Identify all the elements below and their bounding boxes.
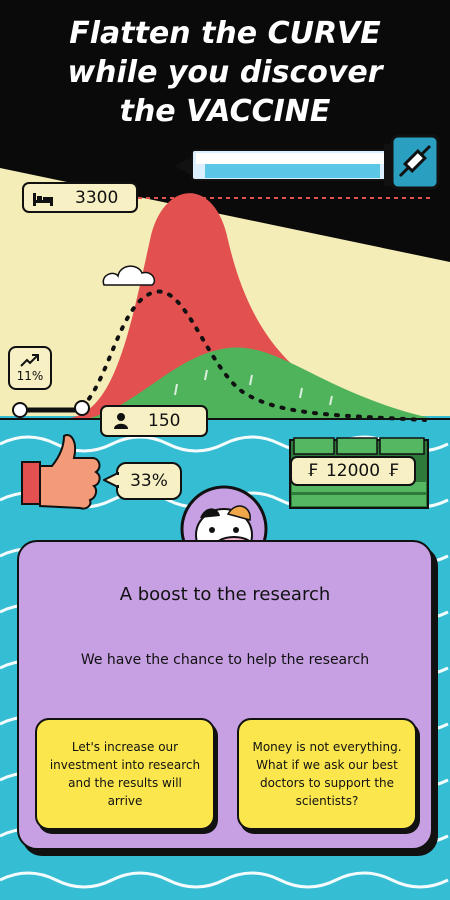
headline-line-1: Flatten the CURVE	[69, 16, 381, 51]
card-description: We have the chance to help the research	[80, 652, 370, 668]
headline-line-2: while you discover	[67, 55, 383, 90]
trending-up-icon	[20, 353, 40, 369]
option-doctors-button[interactable]: Money is not everything. What if we ask …	[237, 718, 417, 830]
money-value: 12000	[325, 461, 381, 481]
card-title: A boost to the research	[119, 584, 331, 605]
hospital-beds-counter: 3300	[22, 182, 138, 213]
population-value: 150	[148, 411, 181, 431]
currency-symbol-right: ₣	[388, 461, 399, 481]
option-invest-button[interactable]: Let's increase our investment into resea…	[35, 718, 215, 830]
approval-value: 33%	[130, 471, 168, 491]
approval-bubble: 33%	[116, 462, 182, 500]
hospital-beds-value: 3300	[75, 187, 119, 208]
headline-line-3: the VACCINE	[119, 94, 331, 129]
bubble-tail	[103, 472, 119, 488]
decision-card: A boost to the research We have the chan…	[17, 540, 433, 850]
bed-icon	[33, 191, 53, 206]
infection-rate-badge: 11%	[8, 346, 52, 390]
money-counter: ₣ 12000 ₣	[290, 456, 416, 486]
infection-rate-value: 11%	[16, 369, 44, 383]
population-counter: 150	[100, 405, 208, 437]
person-icon	[114, 413, 128, 429]
headline: Flatten the CURVE while you discover the…	[0, 14, 450, 131]
currency-symbol-left: ₣	[307, 461, 318, 481]
